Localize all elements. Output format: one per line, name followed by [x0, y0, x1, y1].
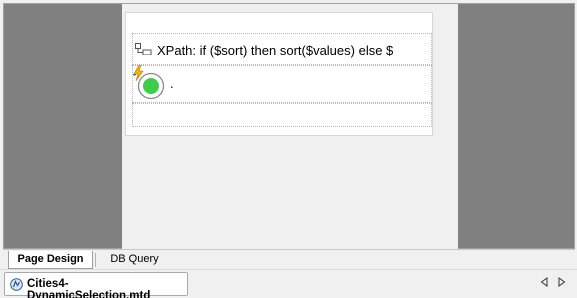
xpath-expression: XPath: if ($sort) then sort($values) els…: [157, 43, 394, 58]
document-icon: [10, 278, 23, 291]
workspace-area: XPath: if ($sort) then sort($values) els…: [3, 3, 575, 250]
tab-separator: [95, 253, 96, 267]
design-page: XPath: if ($sort) then sort($values) els…: [122, 4, 458, 250]
tab-db-query[interactable]: DB Query: [98, 251, 171, 269]
radio-row[interactable]: .: [132, 65, 432, 103]
empty-row[interactable]: [132, 103, 432, 127]
tab-page-design[interactable]: Page Design: [8, 251, 93, 269]
view-tabs: Page Design DB Query: [3, 249, 575, 269]
radio-label: .: [170, 76, 174, 91]
xpath-icon: [135, 43, 152, 55]
xpath-row[interactable]: XPath: if ($sort) then sort($values) els…: [132, 33, 432, 65]
radio-button-icon[interactable]: [137, 72, 165, 100]
triangle-right-icon[interactable]: [558, 277, 566, 287]
document-tab-bar: Cities4-DynamicSelection.mtd: [0, 269, 577, 298]
document-filename: Cities4-DynamicSelection.mtd: [27, 278, 151, 298]
design-canvas[interactable]: XPath: if ($sort) then sort($values) els…: [125, 12, 433, 136]
triangle-left-icon[interactable]: [540, 277, 548, 287]
document-tab[interactable]: Cities4-DynamicSelection.mtd: [4, 272, 188, 298]
